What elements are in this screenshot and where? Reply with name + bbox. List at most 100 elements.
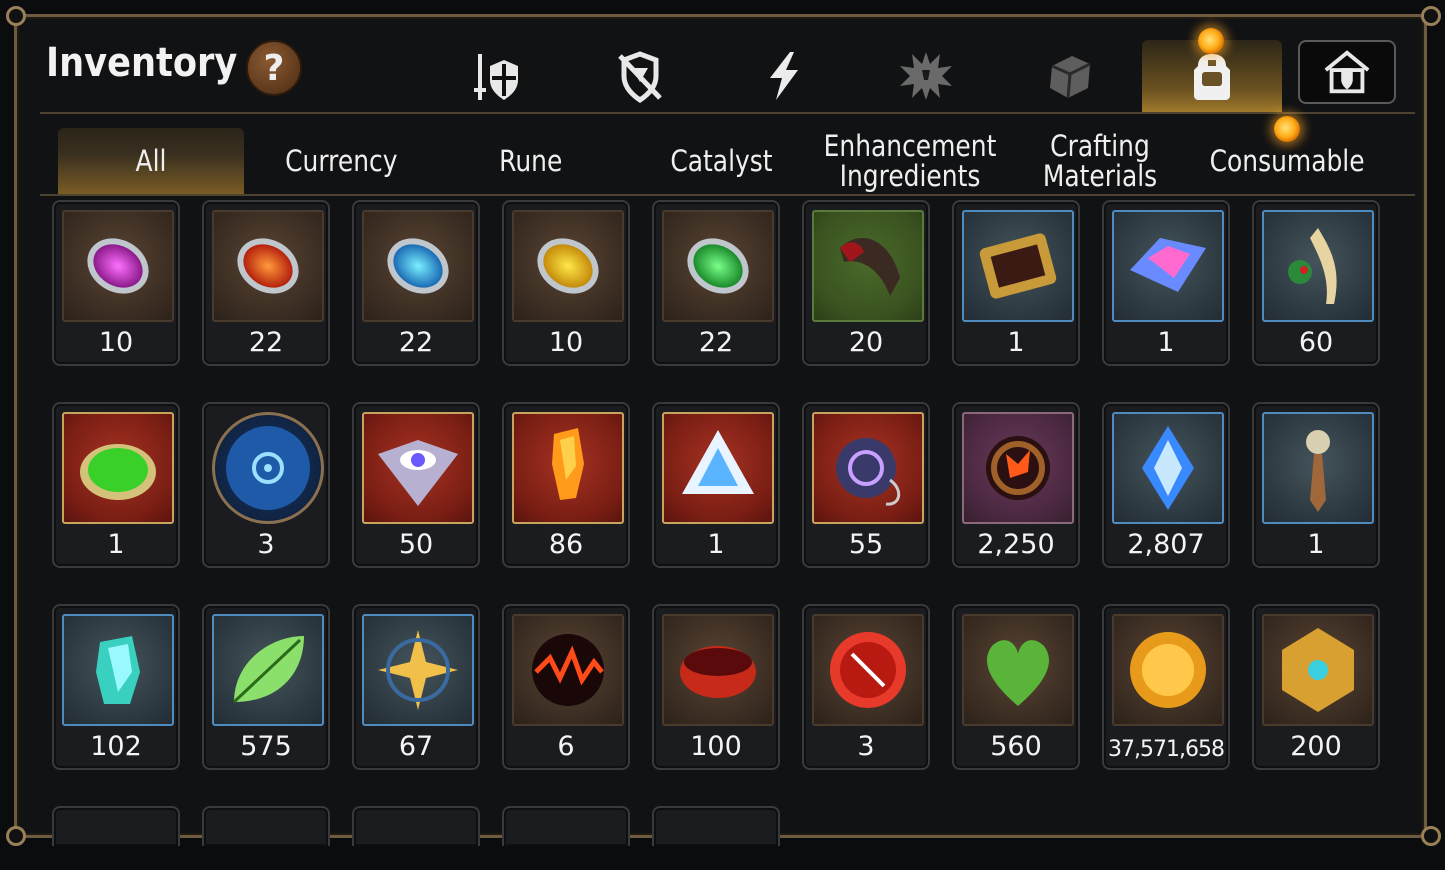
item-count: 50: [398, 529, 434, 560]
item-slot[interactable]: 67: [352, 604, 480, 770]
item-count: 22: [698, 327, 734, 358]
item-slot[interactable]: 20: [802, 200, 930, 366]
item-slot[interactable]: 2,250: [952, 402, 1080, 568]
tab-enhancement-ingredients[interactable]: Enhancement Ingredients: [806, 128, 1014, 194]
help-button[interactable]: ?: [246, 40, 302, 96]
item-art: [512, 614, 624, 726]
nav-lightning[interactable]: [724, 40, 844, 112]
pink-rune-icon: [87, 238, 149, 294]
item-slot[interactable]: 10: [502, 200, 630, 366]
item-slot[interactable]: 1: [1252, 402, 1380, 568]
nav-no-shield[interactable]: [580, 40, 700, 112]
red-band-icon: [680, 646, 756, 698]
item-art: [662, 614, 774, 726]
item-art: [1262, 210, 1374, 322]
item-slot[interactable]: 60: [1252, 200, 1380, 366]
item-count: 67: [398, 731, 434, 762]
splat-icon: [900, 52, 952, 100]
item-art: [62, 614, 174, 726]
item-count: 100: [690, 731, 742, 762]
gold-emblem-icon: [1282, 628, 1354, 712]
item-count: 22: [398, 327, 434, 358]
help-label: ?: [263, 47, 285, 89]
item-slot[interactable]: 22: [652, 200, 780, 366]
item-art: [962, 210, 1074, 322]
item-count: 102: [90, 731, 142, 762]
item-art: [212, 210, 324, 322]
item-slot[interactable]: 560: [952, 604, 1080, 770]
item-art: [662, 210, 774, 322]
item-count: 3: [257, 529, 275, 560]
item-art: [362, 210, 474, 322]
item-count: 37,571,658: [1108, 737, 1225, 762]
nav-cube[interactable]: [1010, 40, 1130, 112]
item-count: 575: [240, 731, 292, 762]
circuit-device-icon: [979, 233, 1057, 299]
item-slot[interactable]: 2,807: [1102, 402, 1230, 568]
item-slot[interactable]: 1: [952, 200, 1080, 366]
crystal-shard-icon: [1130, 238, 1206, 292]
item-slot[interactable]: 86: [502, 402, 630, 568]
tab-all[interactable]: All: [58, 128, 244, 194]
red-rune-icon: [237, 238, 299, 294]
consumable-notification-dot: [1274, 116, 1300, 142]
item-slot-partial[interactable]: [502, 806, 630, 846]
item-art: [1262, 412, 1374, 524]
item-count: 200: [1290, 731, 1342, 762]
backpack-icon: [1194, 54, 1230, 100]
item-slot-partial[interactable]: [352, 806, 480, 846]
item-slot[interactable]: 3: [802, 604, 930, 770]
item-art: [1112, 412, 1224, 524]
item-slot[interactable]: 37,571,658: [1102, 604, 1230, 770]
item-art: [212, 412, 324, 524]
item-slot[interactable]: 50: [352, 402, 480, 568]
item-art: [1112, 614, 1224, 726]
item-slot[interactable]: 575: [202, 604, 330, 770]
item-art: [1262, 614, 1374, 726]
item-slot[interactable]: 10: [52, 200, 180, 366]
item-slot[interactable]: 100: [652, 604, 780, 770]
tab-catalyst[interactable]: Catalyst: [628, 128, 814, 194]
nav-splat[interactable]: [866, 40, 986, 112]
green-heart-icon: [987, 640, 1049, 706]
item-slot-partial[interactable]: [202, 806, 330, 846]
star-amulet-icon: [378, 630, 458, 710]
tab-currency[interactable]: Currency: [248, 128, 434, 194]
claw-icon: [840, 238, 900, 296]
item-slot-partial[interactable]: [52, 806, 180, 846]
frame-corner-ornament: [1421, 6, 1441, 26]
item-slot[interactable]: 3: [202, 402, 330, 568]
champion-mode-button[interactable]: [1298, 40, 1396, 104]
item-slot[interactable]: 6: [502, 604, 630, 770]
tab-rune[interactable]: Rune: [438, 128, 624, 194]
shield-house-icon: [1324, 50, 1370, 94]
item-art: [1112, 210, 1224, 322]
item-art: [512, 412, 624, 524]
item-slot-partial[interactable]: [652, 806, 780, 846]
red-seal-icon: [830, 632, 906, 708]
item-art: [962, 412, 1074, 524]
item-count: 1: [1007, 327, 1025, 358]
tab-crafting-materials[interactable]: Crafting Materials: [1012, 128, 1188, 194]
green-rune-icon: [687, 238, 749, 294]
eye-emblem-icon: [378, 440, 458, 506]
item-slot[interactable]: 22: [352, 200, 480, 366]
item-art: [362, 412, 474, 524]
teal-crystal-icon: [96, 636, 140, 704]
item-count: 2,250: [977, 529, 1055, 560]
champion-gear-icon: [474, 54, 518, 100]
orange-crystal-icon: [552, 428, 584, 500]
nav-champion-gear[interactable]: [436, 40, 556, 112]
item-slot[interactable]: 1: [52, 402, 180, 568]
item-slot[interactable]: 1: [1102, 200, 1230, 366]
item-slot[interactable]: 102: [52, 604, 180, 770]
frame-corner-ornament: [6, 826, 26, 846]
item-count: 20: [848, 327, 884, 358]
no-shield-icon: [618, 51, 662, 104]
tabs-divider: [40, 194, 1415, 196]
item-art: [212, 614, 324, 726]
item-slot[interactable]: 55: [802, 402, 930, 568]
item-slot[interactable]: 22: [202, 200, 330, 366]
item-slot[interactable]: 200: [1252, 604, 1380, 770]
item-slot[interactable]: 1: [652, 402, 780, 568]
